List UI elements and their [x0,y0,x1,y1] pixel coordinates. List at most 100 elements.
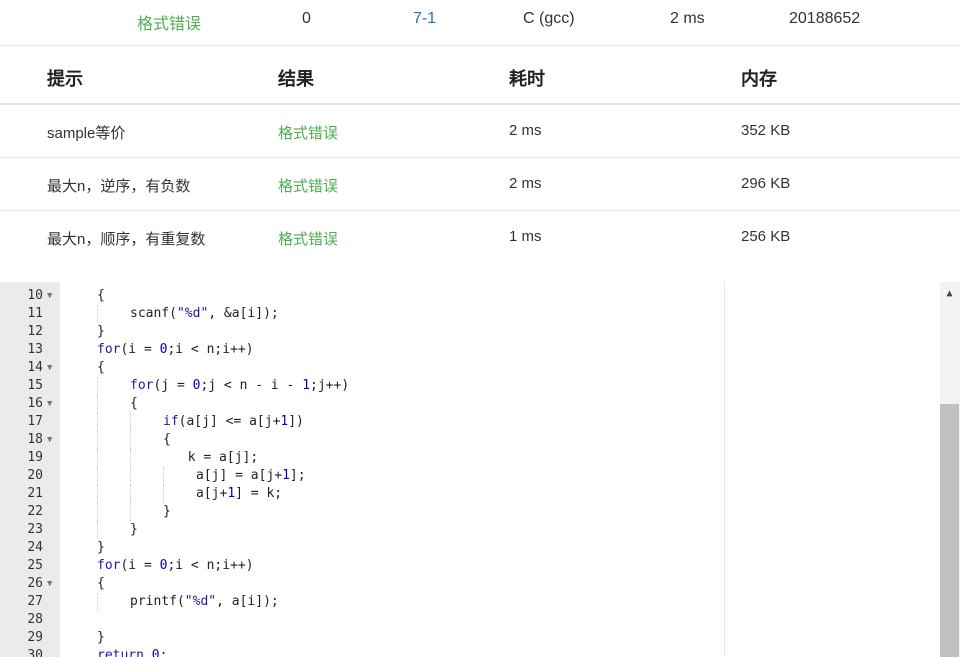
line-number: 21 [27,486,43,501]
summary-user: 20188652 [789,10,861,27]
row-time: 2 ms [509,122,542,139]
line-number: 17 [27,414,43,429]
indent-guide [130,431,131,449]
indent-guide [130,449,131,467]
row-memory: 352 KB [741,122,791,139]
header-result: 结果 [278,69,314,89]
code-text[interactable]: } [97,323,105,341]
code-line[interactable]: 13 for(i = 0;i < n;i++) [0,341,940,359]
code-editor[interactable]: 10 ▼{11 scanf("%d", &a[i]); 12} 13 for(i = 0;… [0,282,960,657]
indent-guide [97,431,98,449]
code-line[interactable]: 19 k = a[j]; [0,449,940,467]
line-number: 11 [27,306,43,321]
code-line[interactable]: 10 ▼ { [0,287,940,305]
fold-arrow-icon[interactable]: ▼ [47,287,52,305]
row-hint: sample等价 [47,125,126,142]
code-line[interactable]: 21 a[j+1] = k; [0,485,940,503]
fold-arrow-icon[interactable]: ▼ [47,359,52,377]
summary-problem-link[interactable]: 7-1 [413,10,436,28]
code-line[interactable]: 16 ▼ { [0,395,940,413]
line-number: 24 [27,540,43,555]
code-text[interactable]: for(j = 0;j < n - i - 1;j++) [130,377,349,395]
code-text[interactable]: { [130,395,138,413]
testcase-table-header: 提示 结果 耗时 内存 [0,46,960,105]
line-number: 30 [27,648,43,657]
summary-status: 格式错误 [137,16,202,33]
indent-guide [130,413,131,431]
line-number: 15 [27,378,43,393]
row-memory: 296 KB [741,175,791,192]
table-row: 最大n，逆序，有负数 格式错误 2 ms 296 KB [0,158,960,211]
code-line[interactable]: 14 ▼ { [0,359,940,377]
line-number: 23 [27,522,43,537]
code-text[interactable]: a[j+1] = k; [196,485,282,503]
code-line[interactable]: 11 scanf("%d", &a[i]); [0,305,940,323]
scroll-up-arrow-icon[interactable]: ▲ [940,288,959,299]
indent-guide [97,485,98,503]
code-line[interactable]: 22} [0,503,940,521]
row-result: 格式错误 [278,178,339,195]
code-text[interactable]: if(a[j] <= a[j+1]) [163,413,304,431]
code-text[interactable]: } [130,521,138,539]
indent-guide [130,503,131,521]
code-text[interactable]: printf("%d", a[i]); [130,593,279,611]
code-text[interactable]: { [97,575,105,593]
code-line[interactable]: 15 for(j = 0;j < n - i - 1;j++) [0,377,940,395]
fold-arrow-icon[interactable]: ▼ [47,395,52,413]
line-number: 25 [27,558,43,573]
code-text[interactable]: return 0; [97,647,167,657]
line-number: 19 [27,450,43,465]
line-number: 13 [27,342,43,357]
code-text[interactable]: } [163,503,171,521]
code-line[interactable]: 17 if(a[j] <= a[j+1]) [0,413,940,431]
code-line[interactable]: 27 printf("%d", a[i]); [0,593,940,611]
indent-guide [163,485,164,503]
code-text[interactable]: scanf("%d", &a[i]); [130,305,279,323]
code-line[interactable]: 12} [0,323,940,341]
indent-guide [97,413,98,431]
code-line[interactable]: 25 for(i = 0;i < n;i++) [0,557,940,575]
header-memory: 内存 [741,69,777,89]
code-line[interactable]: 23} [0,521,940,539]
summary-compiler: C (gcc) [523,10,575,27]
code-line[interactable]: 18 ▼ { [0,431,940,449]
code-line[interactable]: 30 return 0; [0,647,940,657]
code-text[interactable]: { [163,431,171,449]
row-hint: 最大n，逆序，有负数 [47,178,191,195]
indent-guide [163,467,164,485]
code-line[interactable]: 28 [0,611,940,629]
indent-guide [97,377,98,395]
line-number: 12 [27,324,43,339]
code-line[interactable]: 24} [0,539,940,557]
code-line[interactable]: 20 a[j] = a[j+1]; [0,467,940,485]
header-hint: 提示 [47,69,83,89]
fold-arrow-icon[interactable]: ▼ [47,575,52,593]
code-text[interactable]: } [97,539,105,557]
indent-guide [97,521,98,539]
indent-guide [97,449,98,467]
code-text[interactable]: for(i = 0;i < n;i++) [97,557,254,575]
line-number: 22 [27,504,43,519]
indent-guide [97,593,98,611]
code-text[interactable]: a[j] = a[j+1]; [196,467,306,485]
row-time: 2 ms [509,175,542,192]
table-row: 最大n，顺序，有重复数 格式错误 1 ms 256 KB [0,211,960,263]
code-text[interactable]: for(i = 0;i < n;i++) [97,341,254,359]
table-row: sample等价 格式错误 2 ms 352 KB [0,105,960,158]
code-text[interactable]: } [97,629,105,647]
fold-arrow-icon[interactable]: ▼ [47,431,52,449]
code-line[interactable]: 26 ▼ { [0,575,940,593]
code-text[interactable]: { [97,287,105,305]
line-number: 18 [27,432,43,447]
line-number: 16 [27,396,43,411]
indent-guide [97,395,98,413]
scrollbar-thumb[interactable] [940,404,959,657]
editor-scrollbar[interactable]: ▲ [940,282,960,657]
summary-time: 2 ms [670,10,705,27]
code-text[interactable]: { [97,359,105,377]
indent-guide [130,485,131,503]
line-number: 28 [27,612,43,627]
code-text[interactable]: k = a[j]; [188,449,258,467]
code-line[interactable]: 29} [0,629,940,647]
indent-guide [97,305,98,323]
